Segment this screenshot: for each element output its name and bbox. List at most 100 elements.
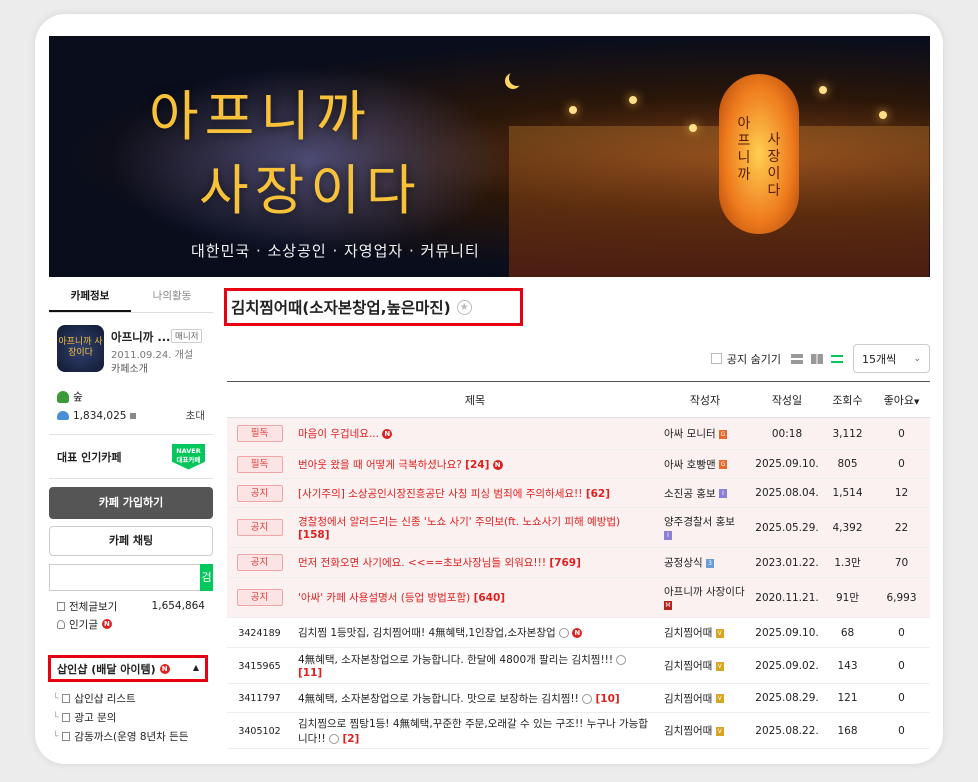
member-count[interactable]: 1,834,025 — [73, 410, 126, 422]
post-title[interactable]: 번아웃 왔을 때 어떻게 극복하셨나요? — [298, 459, 462, 471]
join-cafe-button[interactable]: 카페 가입하기 — [49, 487, 213, 519]
board-menu: 전체글보기 1,654,864 인기글 N — [49, 597, 213, 633]
banner-light — [819, 86, 827, 94]
tree-line-icon: └ — [53, 693, 59, 704]
table-row[interactable]: 3411797 4無혜택, 소자본창업으로 가능합니다. 맛으로 보장하는 김치찜… — [227, 683, 930, 713]
submenu-item[interactable]: └ 감동까스(운영 8년차 든든 — [49, 727, 188, 746]
views-cell: 121 — [822, 683, 873, 713]
author-cell: 김치찜어때 V — [658, 617, 752, 648]
comment-count[interactable]: [10] — [596, 693, 620, 705]
menu-item-shop-highlighted[interactable]: 삽인샵 (배달 아이템) N ▲ — [48, 655, 208, 682]
column-date: 작성일 — [752, 381, 822, 418]
post-title[interactable]: 4無혜택, 소자본창업으로 가능합니다. 맛으로 보장하는 김치찜!! — [298, 693, 579, 705]
title-cell: 4無혜택, 소자본창업으로 가능합니다. 맛으로 보장하는 김치찜!! [10] — [292, 683, 658, 713]
cafe-level[interactable]: 숲 — [73, 389, 83, 404]
smile-icon — [558, 628, 569, 638]
cafe-name[interactable]: 아프니까 ... — [111, 329, 170, 345]
star-icon[interactable]: ★ — [456, 299, 472, 315]
post-title[interactable]: 먼저 전화오면 사기에요. <<==초보사장님들 외워요!!! — [298, 557, 546, 569]
board-title[interactable]: 김치찜어때(소자본창업,높은마진) — [231, 296, 451, 318]
moon-icon — [509, 70, 525, 86]
new-badge: N — [101, 619, 112, 629]
cafe-intro-link[interactable]: 카페소개 — [111, 360, 148, 375]
likes-cell: 0 — [873, 712, 930, 749]
comment-count[interactable]: [640] — [474, 592, 506, 604]
menu-item-all-posts[interactable]: 전체글보기 1,654,864 — [49, 597, 213, 615]
tab-cafe-info[interactable]: 카페정보 — [49, 283, 131, 312]
table-row[interactable]: 공지 경찰청에서 알려드리는 신종 '노쇼 사기' 주의보(ft. 노쇼사기 피해… — [227, 507, 930, 548]
author-cell: 김치찜어때 V — [658, 683, 752, 713]
date-cell: 2025.09.10. — [752, 449, 822, 479]
post-title[interactable]: 4無혜택, 소자본창업으로 가능합니다. 한달에 4800개 팔리는 김치찜!!… — [298, 654, 613, 666]
column-likes[interactable]: 좋아요▼ — [873, 381, 930, 418]
likes-cell: 6,993 — [873, 577, 930, 618]
cafe-search-input[interactable] — [49, 564, 200, 591]
post-title[interactable]: '아싸' 카페 사용설명서 (등업 방법포함) — [298, 592, 470, 604]
menu-item-popular[interactable]: 인기글 N — [49, 615, 213, 633]
comment-count[interactable]: [158] — [298, 529, 330, 541]
per-page-value: 15개씩 — [862, 352, 897, 366]
document-icon — [62, 732, 71, 741]
table-row[interactable]: 공지 '아싸' 카페 사용설명서 (등업 방법포함) [640] 아프니까 사장이다… — [227, 577, 930, 618]
table-row[interactable]: 3405102 김치찜으로 찜탕1등! 4無혜택,꾸준한 주문,오래갈 수 있는 … — [227, 712, 930, 749]
comment-count[interactable]: [24] — [465, 459, 489, 471]
cafe-chat-button[interactable]: 카페 채팅 — [49, 526, 213, 556]
author-name[interactable]: 김치찜어때 — [664, 693, 712, 705]
board-toolbar: 공지 숨기기 15개씩 ⌄ — [710, 344, 930, 373]
table-row[interactable]: 3424189 김치찜 1등맛집, 김치찜어때! 4無혜택,1인창업,소자본창업 … — [227, 617, 930, 648]
likes-cell: 0 — [873, 647, 930, 684]
post-title[interactable]: 마음이 우겁네요... — [298, 428, 379, 440]
post-table: 제목 작성자 작성일 조회수 좋아요▼ 필독 마음이 우겁네요... N 아싸 모니… — [227, 381, 930, 749]
album-view-icon[interactable] — [811, 353, 823, 364]
views-cell: 3,112 — [822, 417, 873, 450]
shop-menu-label: 삽인샵 (배달 아이템) — [57, 662, 156, 676]
table-row[interactable]: 3415965 4無혜택, 소자본창업으로 가능합니다. 한달에 4800개 팔리… — [227, 647, 930, 684]
comment-count[interactable]: [769] — [549, 557, 581, 569]
author-name[interactable]: 아싸 호빵맨 — [664, 459, 716, 471]
caret-up-icon[interactable]: ▲ — [193, 663, 199, 672]
list-view-icon[interactable] — [831, 354, 843, 363]
table-row[interactable]: 공지 먼저 전화오면 사기에요. <<==초보사장님들 외워요!!! [769] 공… — [227, 547, 930, 578]
table-row[interactable]: 공지 [사기주의] 소상공인시장진흥공단 사칭 피싱 범죄에 주의하세요!! [6… — [227, 478, 930, 508]
popular-icon — [57, 619, 65, 629]
manager-badge[interactable]: 매니저 — [171, 329, 203, 343]
author-name[interactable]: 소진공 홍보 — [664, 488, 716, 500]
author-name[interactable]: 김치찜어때 — [664, 627, 712, 639]
submenu-item[interactable]: └ 광고 문의 — [49, 708, 188, 727]
table-row[interactable]: 필독 번아웃 왔을 때 어떻게 극복하셨나요? [24] N 아싸 호빵맨 G 202… — [227, 449, 930, 479]
shop-submenu: └ 삽인샵 리스트 └ 광고 문의 └ 감동까스(운영 8년차 든든 — [49, 689, 188, 746]
hide-notice-toggle[interactable]: 공지 숨기기 — [710, 351, 781, 367]
title-cell: 4無혜택, 소자본창업으로 가능합니다. 한달에 4800개 팔리는 김치찜!!… — [292, 647, 658, 684]
banner-light — [629, 96, 637, 104]
author-name[interactable]: 공정상식 — [664, 557, 703, 569]
author-name[interactable]: 아프니까 사장이다 — [664, 586, 745, 598]
author-cell: 아프니까 사장이다 M — [658, 577, 752, 618]
tab-my-activity[interactable]: 나의활동 — [131, 283, 213, 312]
naver-badge-line1: NAVER — [176, 446, 201, 455]
cafe-banner[interactable]: 아프니까 사장이다 아프니까 사장이다 대한민국 · 소상공인 · 자영업자 ·… — [49, 36, 930, 277]
submenu-item[interactable]: └ 삽인샵 리스트 — [49, 689, 188, 708]
post-title[interactable]: 김치찜 1등맛집, 김치찜어때! 4無혜택,1인창업,소자본창업 — [298, 627, 556, 639]
author-name[interactable]: 양주경찰서 홍보 — [664, 516, 735, 528]
date-cell: 2025.09.10. — [752, 617, 822, 648]
checkbox-icon[interactable] — [710, 353, 722, 364]
comment-count[interactable]: [62] — [586, 488, 610, 500]
table-row[interactable]: 필독 마음이 우겁네요... N 아싸 모니터 G 00:18 3,112 0 — [227, 417, 930, 450]
smile-icon — [329, 733, 340, 744]
comment-count[interactable]: [2] — [342, 733, 359, 745]
author-name[interactable]: 김치찜어때 — [664, 725, 712, 737]
card-view-icon[interactable] — [791, 353, 803, 364]
banner-subtitle: 대한민국 · 소상공인 · 자영업자 · 커뮤니티 — [191, 242, 480, 260]
new-badge: N — [382, 429, 393, 439]
per-page-select[interactable]: 15개씩 ⌄ — [853, 344, 930, 373]
column-title: 제목 — [292, 381, 658, 418]
author-name[interactable]: 김치찜어때 — [664, 660, 712, 672]
cafe-logo[interactable]: 아프니까 사장이다 — [57, 325, 104, 372]
post-title[interactable]: 경찰청에서 알려드리는 신종 '노쇼 사기' 주의보(ft. 노쇼사기 피해 예… — [298, 516, 620, 528]
author-name[interactable]: 아싸 모니터 — [664, 428, 716, 440]
invite-link[interactable]: 초대 — [186, 408, 205, 423]
comment-count[interactable]: [11] — [298, 667, 322, 679]
author-cell: 소진공 홍보 I — [658, 478, 752, 508]
post-title[interactable]: [사기주의] 소상공인시장진흥공단 사칭 피싱 범죄에 주의하세요!! — [298, 488, 582, 500]
search-button[interactable]: 검색 — [200, 564, 213, 611]
